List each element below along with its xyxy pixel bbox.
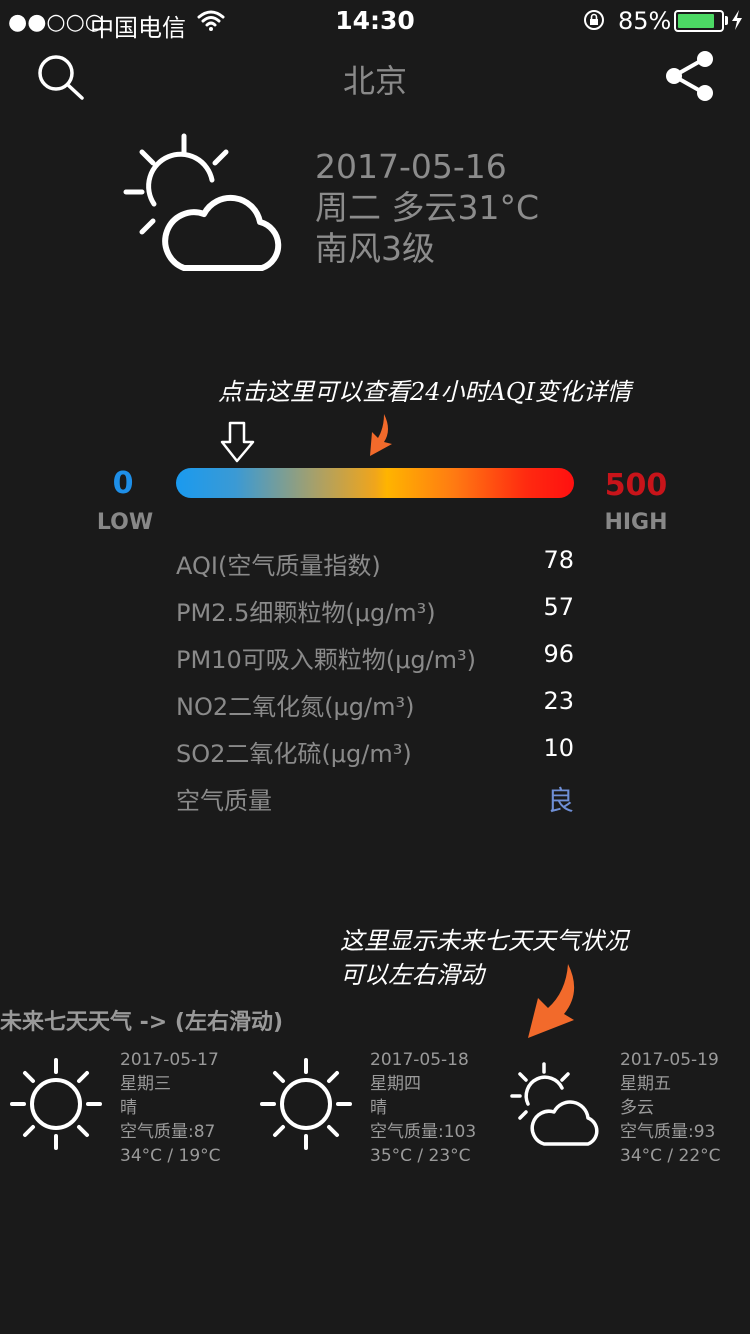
hint-arrow-icon: [370, 414, 392, 456]
forecast-weekday: 星期四: [370, 1074, 421, 1094]
forecast-title: 未来七天天气 -> (左右滑动): [0, 1010, 283, 1035]
forecast-date: 2017-05-18: [370, 1050, 469, 1070]
partly-cloudy-icon: [123, 133, 282, 271]
aqi-row-quality: 空气质量 良: [176, 775, 576, 822]
forecast-weather: 多云: [620, 1098, 654, 1118]
aqi-row-index: AQI(空气质量指数) 78: [176, 540, 576, 587]
aqi-row-label: PM2.5细颗粒物(μg/m³): [176, 599, 436, 627]
partly-cloudy-icon: [510, 1062, 599, 1146]
aqi-low-label: LOW: [96, 510, 154, 535]
current-date: 2017-05-16: [315, 147, 507, 186]
aqi-pointer-icon[interactable]: [219, 420, 257, 464]
forecast-date: 2017-05-17: [120, 1050, 219, 1070]
sun-icon: [10, 1058, 102, 1150]
aqi-row-label: SO2二氧化硫(μg/m³): [176, 740, 412, 768]
forecast-weekday: 星期三: [120, 1074, 171, 1094]
forecast-details: 2017-05-17 星期三 晴 空气质量:87 34°C / 19°C: [120, 1048, 221, 1168]
forecast-day-card[interactable]: 2017-05-19 星期五 多云 空气质量:93 34°C / 22°C: [500, 1046, 750, 1176]
aqi-high-label: HIGH: [604, 510, 668, 535]
current-wind: 南风3级: [315, 229, 435, 268]
air-quality-grade: 良: [547, 786, 574, 817]
aqi-hint-text: 点击这里可以查看24小时AQI变化详情: [218, 378, 632, 406]
forecast-details: 2017-05-19 星期五 多云 空气质量:93 34°C / 22°C: [620, 1048, 721, 1168]
aqi-row-label: 空气质量: [176, 787, 272, 815]
forecast-weather: 晴: [120, 1098, 137, 1118]
aqi-row-label: NO2二氧化氮(μg/m³): [176, 693, 415, 721]
forecast-temp: 34°C / 22°C: [620, 1146, 721, 1166]
forecast-hint-line2: 可以左右滑动: [340, 961, 484, 989]
forecast-hint: 这里显示未来七天天气状况 可以左右滑动: [340, 924, 628, 992]
aqi-detail-list: AQI(空气质量指数) 78 PM2.5细颗粒物(μg/m³) 57 PM10可…: [176, 540, 576, 822]
current-summary: 周二 多云31°C: [315, 188, 540, 227]
aqi-row-so2: SO2二氧化硫(μg/m³) 10: [176, 728, 576, 775]
page-title: 北京: [342, 62, 407, 100]
forecast-temp: 35°C / 23°C: [370, 1146, 471, 1166]
forecast-details: 2017-05-18 星期四 晴 空气质量:103 35°C / 23°C: [370, 1048, 476, 1168]
orientation-lock-icon: [584, 10, 604, 30]
aqi-row-label: PM10可吸入颗粒物(μg/m³): [176, 646, 477, 674]
share-icon[interactable]: [662, 50, 716, 102]
aqi-row-value: 10: [543, 734, 574, 762]
battery-percent: 85%: [618, 7, 672, 35]
aqi-gradient-bar[interactable]: [176, 468, 574, 498]
aqi-row-value: 57: [543, 593, 574, 621]
forecast-aqi: 空气质量:87: [120, 1122, 216, 1142]
forecast-weekday: 星期五: [620, 1074, 671, 1094]
current-weather-info: 2017-05-16 周二 多云31°C 南风3级: [315, 146, 539, 269]
aqi-min-value: 0: [112, 466, 134, 501]
aqi-row-value: 23: [543, 687, 574, 715]
battery-level: [678, 14, 714, 28]
forecast-day-card[interactable]: 2017-05-18 星期四 晴 空气质量:103 35°C / 23°C: [250, 1046, 500, 1176]
sun-icon: [260, 1058, 352, 1150]
status-bar: ●●○○○ 中国电信 14:30 85%: [0, 0, 750, 42]
forecast-date: 2017-05-19: [620, 1050, 719, 1070]
aqi-row-value: 78: [543, 546, 574, 574]
charging-icon: [732, 10, 742, 30]
battery-cap: [725, 16, 728, 25]
aqi-row-label: AQI(空气质量指数): [176, 552, 381, 580]
hint-arrow-icon: [528, 964, 575, 1038]
forecast-aqi: 空气质量:93: [620, 1122, 716, 1142]
forecast-weather: 晴: [370, 1098, 387, 1118]
forecast-hint-line1: 这里显示未来七天天气状况: [340, 927, 628, 955]
forecast-day-card[interactable]: 2017-05-17 星期三 晴 空气质量:87 34°C / 19°C: [0, 1046, 250, 1176]
aqi-row-value: 96: [543, 640, 574, 668]
aqi-max-value: 500: [604, 468, 668, 503]
aqi-row-no2: NO2二氧化氮(μg/m³) 23: [176, 681, 576, 728]
aqi-row-pm10: PM10可吸入颗粒物(μg/m³) 96: [176, 634, 576, 681]
forecast-aqi: 空气质量:103: [370, 1122, 477, 1142]
forecast-temp: 34°C / 19°C: [120, 1146, 221, 1166]
battery-icon: [674, 10, 724, 32]
aqi-row-pm25: PM2.5细颗粒物(μg/m³) 57: [176, 587, 576, 634]
